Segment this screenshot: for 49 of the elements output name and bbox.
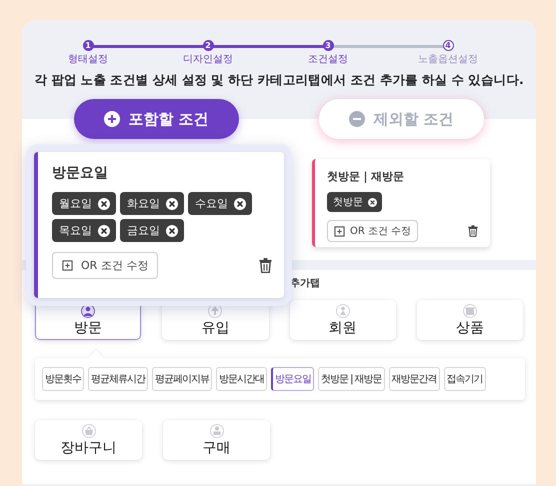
person-icon	[210, 424, 224, 438]
remove-icon[interactable]	[166, 198, 178, 210]
person-icon	[336, 304, 350, 318]
subtab-button[interactable]: 방문횟수	[42, 367, 84, 391]
minus-circle-icon	[349, 111, 366, 127]
subtab-button[interactable]: 평균페이지뷰	[152, 367, 212, 391]
basket-icon	[82, 424, 96, 438]
step-label: 조건설정	[308, 53, 348, 66]
condition-tag: 수요일	[188, 192, 252, 215]
subtab-button[interactable]: 접속기기	[444, 367, 486, 391]
remove-icon[interactable]	[234, 198, 246, 210]
condition-tag: 목요일	[52, 219, 116, 242]
subtab-button[interactable]: 첫방문 | 재방문	[318, 367, 385, 391]
instruction-text: 각 팝업 노출 조건별 상세 설정 및 하단 카테고리탭에서 조건 추가를 하실 수 있습니다.	[34, 72, 524, 89]
plus-circle-icon	[104, 111, 120, 127]
step-number: 4	[442, 40, 454, 51]
category-tile[interactable]: 상품	[416, 300, 523, 340]
subtab-button[interactable]: 방문요일	[271, 367, 314, 391]
category-tile[interactable]: 회원	[290, 300, 396, 340]
condition-tag: 첫방문	[327, 192, 382, 212]
step-label: 형태설정	[68, 53, 108, 66]
subtab-button[interactable]: 재방문간격	[388, 367, 440, 391]
or-condition-button[interactable]: OR 조건 수정	[327, 220, 418, 242]
box-icon	[462, 304, 477, 318]
condition-title: 방문요일	[52, 164, 109, 182]
category-tile[interactable]: 구매	[163, 420, 270, 460]
step-number: 2	[202, 40, 214, 51]
remove-icon[interactable]	[98, 198, 110, 210]
subtab-button[interactable]: 평균체류시간	[88, 367, 148, 391]
condition-tag: 화요일	[120, 192, 184, 215]
subtab-button[interactable]: 방문시간대	[216, 367, 267, 391]
step-label: 노출옵션설정	[418, 53, 478, 66]
plus-square-icon	[62, 260, 73, 271]
plus-square-icon	[334, 226, 345, 236]
condition-mode-button[interactable]: 포함할 조건	[74, 99, 239, 139]
trash-icon[interactable]	[259, 258, 272, 273]
step-number: 3	[322, 40, 334, 51]
step-number: 1	[82, 40, 94, 51]
condition-title: 첫방문｜재방문	[327, 169, 405, 184]
remove-icon[interactable]	[166, 224, 178, 236]
condition-tag: 금요일	[120, 219, 184, 242]
trash-icon[interactable]	[468, 225, 478, 237]
or-condition-button[interactable]: OR 조건 수정	[52, 252, 158, 279]
section-label: 추가탭	[290, 278, 320, 289]
condition-tag: 월요일	[52, 192, 116, 215]
remove-icon[interactable]	[368, 198, 377, 206]
category-tile[interactable]: 장바구니	[35, 420, 142, 460]
step-label: 디자인설정	[183, 53, 233, 66]
remove-icon[interactable]	[98, 224, 110, 236]
